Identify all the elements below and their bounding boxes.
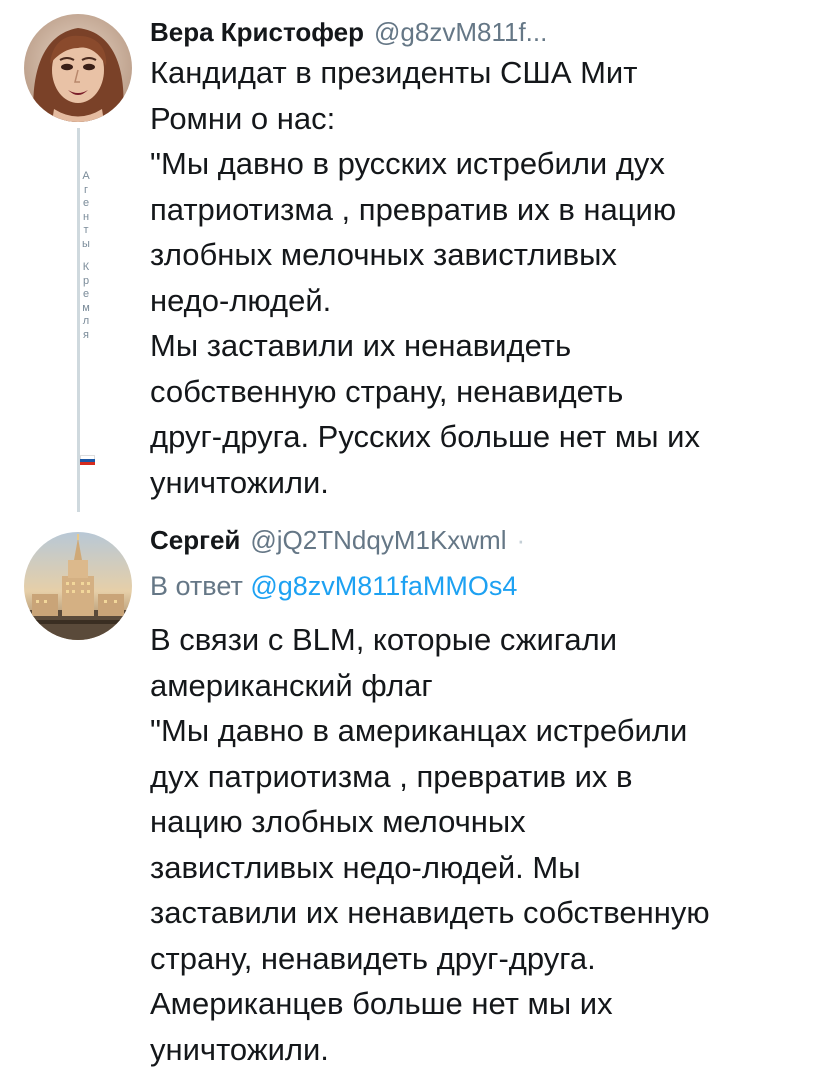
reply-context: В ответ @g8zvM811faMMOs4: [150, 568, 517, 604]
display-name[interactable]: Сергей: [150, 525, 240, 556]
flag-icon: [80, 455, 95, 465]
tweet-text: Кандидат в президенты США Мит Ромни о на…: [150, 55, 700, 500]
side-vertical-text: А г е н т ы К р е м л я: [82, 170, 90, 341]
tweet-header: Вера Кристофер @g8zvM811f...: [150, 14, 547, 50]
woman-portrait-avatar-icon: [24, 14, 132, 122]
tweet-header: Сергей @jQ2TNdqyM1Kxwml ·: [150, 522, 525, 558]
user-avatar[interactable]: [24, 532, 132, 640]
tweet-text: В связи с BLM, которые сжигали американс…: [150, 622, 710, 1067]
separator-dot: ·: [516, 524, 526, 555]
reply-prefix: В ответ: [150, 571, 243, 601]
display-name[interactable]: Вера Кристофер: [150, 17, 364, 48]
tweet[interactable]: А г е н т ы К р е м л я Вера Кристофер @…: [0, 0, 820, 512]
tweet[interactable]: Сергей @jQ2TNdqyM1Kxwml · В ответ @g8zvM…: [0, 512, 820, 1080]
user-handle[interactable]: @jQ2TNdqyM1Kxwml: [250, 525, 506, 556]
user-avatar[interactable]: [24, 14, 132, 122]
moscow-university-avatar-icon: [24, 532, 132, 640]
user-handle[interactable]: @g8zvM811f...: [374, 17, 547, 48]
reply-mention-link[interactable]: @g8zvM811faMMOs4: [250, 571, 517, 601]
